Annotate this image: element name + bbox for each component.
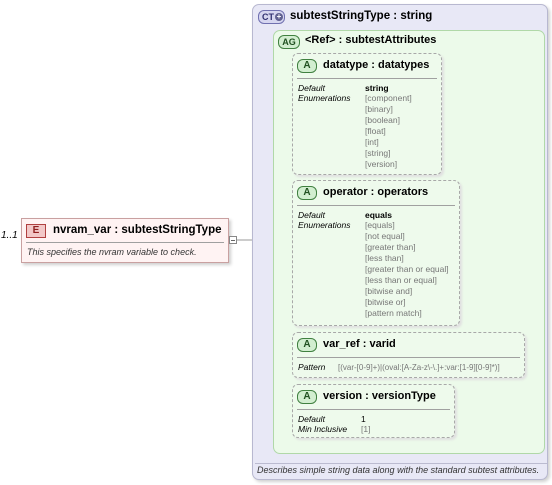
element-nvram-var[interactable]: E nvram_var : subtestStringType This spe… xyxy=(21,218,229,263)
complex-type-title: subtestStringType : string xyxy=(290,10,433,22)
enumeration-item: [string] xyxy=(365,148,391,158)
default-label: Default xyxy=(298,210,325,220)
enumeration-item: [int] xyxy=(365,137,379,147)
enumeration-item: [pattern match] xyxy=(365,308,422,318)
attribute-group-title: <Ref> : subtestAttributes xyxy=(305,34,437,46)
min-inclusive-label: Min Inclusive xyxy=(298,424,348,434)
default-value: string xyxy=(365,83,389,93)
enumerations-label: Enumerations xyxy=(298,93,351,103)
attribute-var-ref[interactable]: A var_ref : varid Pattern [(var-[0-9]+)|… xyxy=(292,332,525,378)
default-label: Default xyxy=(298,83,325,93)
enumeration-item: [greater than or equal] xyxy=(365,264,449,274)
default-label: Default xyxy=(298,414,325,424)
enumeration-item: [bitwise and] xyxy=(365,286,413,296)
enumeration-item: [bitwise or] xyxy=(365,297,406,307)
element-badge: E xyxy=(26,224,46,238)
default-value: 1 xyxy=(361,414,366,424)
enumeration-item: [binary] xyxy=(365,104,393,114)
element-divider xyxy=(26,242,224,243)
attribute-datatype[interactable]: A datatype : datatypes Default Enumerati… xyxy=(292,53,442,175)
attribute-operator[interactable]: A operator : operators Default Enumerati… xyxy=(292,180,460,326)
attribute-divider xyxy=(297,357,520,358)
enumeration-item: [version] xyxy=(365,159,398,169)
attribute-version[interactable]: A version : versionType Default Min Incl… xyxy=(292,384,455,438)
enumerations-label: Enumerations xyxy=(298,220,351,230)
attribute-badge: A xyxy=(297,186,317,200)
element-title: nvram_var : subtestStringType xyxy=(53,224,222,236)
pattern-value: [(var-[0-9]+)|(oval:[A-Za-z\-\.]+:var:[1… xyxy=(338,363,500,372)
attribute-divider xyxy=(297,409,450,410)
enumeration-item: [less than] xyxy=(365,253,404,263)
collapse-toggle-icon[interactable] xyxy=(229,236,237,244)
attribute-badge: A xyxy=(297,338,317,352)
pattern-label: Pattern xyxy=(298,362,326,372)
attribute-divider xyxy=(297,78,437,79)
complex-type-badge: CT + xyxy=(258,10,285,24)
min-inclusive-value: [1] xyxy=(361,424,371,434)
attribute-badge: A xyxy=(297,390,317,404)
enumeration-item: [float] xyxy=(365,126,386,136)
attribute-group-badge: AG xyxy=(278,35,300,49)
enumeration-item: [equals] xyxy=(365,220,395,230)
expand-plus-icon[interactable]: + xyxy=(275,13,283,21)
enumeration-item: [not equal] xyxy=(365,231,405,241)
attribute-title: operator : operators xyxy=(323,186,429,198)
attribute-title: datatype : datatypes xyxy=(323,59,430,71)
complex-type-divider xyxy=(255,463,547,464)
element-description: This specifies the nvram variable to che… xyxy=(27,247,197,257)
attribute-title: version : versionType xyxy=(323,390,436,402)
complex-type-badge-label: CT xyxy=(262,12,274,22)
default-value: equals xyxy=(365,210,392,220)
enumeration-item: [boolean] xyxy=(365,115,400,125)
enumeration-list: [component] [binary] [boolean] [float] [… xyxy=(365,93,412,170)
attribute-title: var_ref : varid xyxy=(323,338,396,350)
enumeration-item: [less than or equal] xyxy=(365,275,437,285)
attribute-divider xyxy=(297,205,455,206)
enumeration-item: [greater than] xyxy=(365,242,416,252)
attribute-badge: A xyxy=(297,59,317,73)
element-multiplicity: 1..1 xyxy=(1,230,18,241)
enumeration-item: [component] xyxy=(365,93,412,103)
enumeration-list: [equals] [not equal] [greater than] [les… xyxy=(365,220,449,319)
complex-type-description: Describes simple string data along with … xyxy=(257,465,540,475)
